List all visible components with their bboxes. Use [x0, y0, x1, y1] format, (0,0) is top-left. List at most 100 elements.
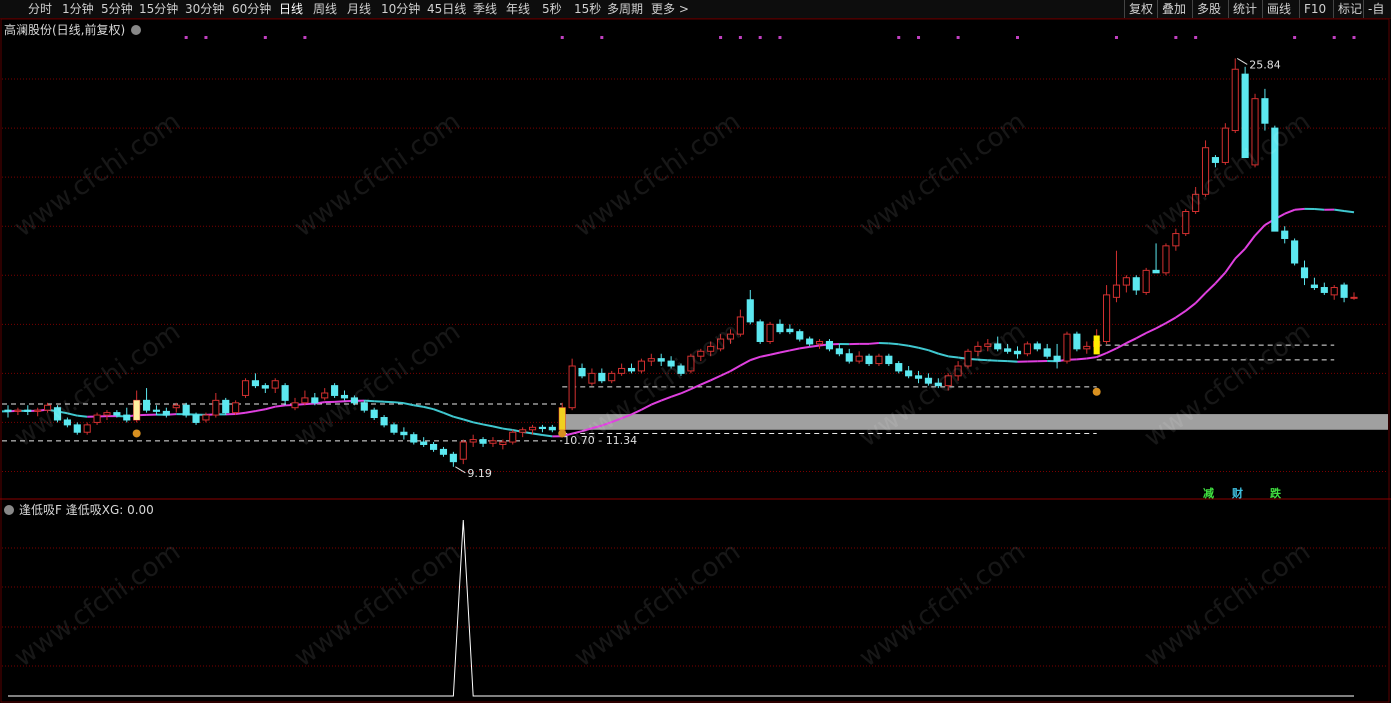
candle-body	[202, 414, 210, 421]
moving-average-segment	[1086, 356, 1097, 360]
candle-body	[1281, 230, 1289, 239]
candle-body	[469, 439, 477, 443]
moving-average-segment	[938, 352, 949, 358]
candle-body	[103, 412, 111, 416]
moving-average-segment	[739, 359, 751, 367]
moving-average-segment	[799, 345, 810, 350]
moving-average-segment	[1116, 342, 1127, 350]
moving-average-segment	[1106, 347, 1117, 354]
candle-body	[538, 426, 547, 430]
moving-average-segment	[680, 388, 692, 395]
moving-average-segment	[1007, 360, 1018, 363]
candle-body	[1320, 287, 1328, 293]
candle-body	[905, 370, 913, 377]
moving-average-segment	[700, 379, 712, 386]
moving-average-segment	[423, 405, 434, 411]
candle-body	[786, 328, 794, 333]
candle-body	[261, 385, 269, 389]
candle-body	[1112, 284, 1121, 298]
candle-body	[895, 363, 903, 372]
candle-body	[865, 355, 873, 365]
candle-body	[914, 375, 923, 379]
candle-body	[627, 367, 636, 372]
candle-body	[647, 358, 655, 362]
moving-average-segment	[928, 349, 939, 355]
candle-body	[162, 410, 170, 416]
candle-body	[24, 409, 32, 412]
candle-body	[370, 409, 378, 419]
moving-average-segment	[265, 405, 276, 411]
event-marker	[778, 36, 782, 39]
moving-average-segment	[908, 344, 919, 349]
candle-body	[380, 417, 388, 426]
candle-body	[1340, 284, 1348, 298]
moving-average-segment	[769, 351, 781, 356]
moving-average-segment	[1234, 247, 1246, 260]
event-marker	[263, 36, 267, 39]
moving-average-segment	[1204, 282, 1217, 294]
event-marker	[1352, 36, 1356, 39]
moving-average-segment	[532, 432, 543, 436]
event-marker	[1174, 36, 1178, 39]
candle-body	[806, 338, 814, 345]
moving-average-segment	[1244, 234, 1256, 250]
event-marker	[738, 36, 742, 39]
candle-body	[182, 404, 190, 416]
candle-body	[1231, 68, 1239, 132]
candle-body	[430, 443, 438, 450]
candle-body	[885, 355, 893, 365]
candle-body	[1310, 284, 1318, 289]
candle-body	[1152, 269, 1160, 274]
event-marker	[1332, 36, 1336, 39]
signal-glyph-reduce: 减	[1203, 487, 1214, 500]
moving-average-segment	[670, 392, 682, 398]
candle-body	[568, 365, 576, 409]
low-pointer	[455, 466, 466, 474]
candle-body	[420, 441, 428, 445]
event-marker	[600, 36, 604, 39]
candle-body	[459, 441, 467, 460]
candle-body	[509, 431, 517, 443]
moving-average-segment	[1185, 302, 1197, 312]
event-marker	[917, 36, 921, 39]
candle-body	[578, 367, 586, 377]
candle-body	[825, 340, 834, 350]
candle-body	[1043, 348, 1051, 357]
candle-body	[618, 367, 626, 374]
moving-average-segment	[453, 415, 464, 421]
candle-body	[519, 429, 527, 433]
event-marker	[1194, 36, 1198, 39]
moving-average-segment	[789, 347, 800, 352]
candle-body	[1162, 245, 1170, 274]
candle-body	[390, 424, 398, 433]
candle-body	[528, 426, 537, 431]
moving-average-segment	[1343, 210, 1355, 214]
buy-marker-icon	[132, 429, 141, 438]
candle-body	[113, 412, 121, 416]
moving-average-segment	[759, 353, 771, 358]
moving-average-segment	[1165, 316, 1177, 324]
candle-body	[1063, 333, 1071, 362]
candle-body	[776, 323, 784, 333]
candle-body	[1350, 296, 1358, 299]
moving-average-segment	[1224, 258, 1237, 274]
buy-marker-icon	[1092, 387, 1101, 396]
candle-body	[796, 331, 804, 340]
moving-average-segment	[245, 410, 256, 414]
candle-body	[637, 360, 645, 372]
moving-average-segment	[542, 433, 553, 438]
candle-body	[499, 441, 507, 445]
candle-body	[410, 434, 418, 443]
candle-body	[746, 299, 754, 323]
candle-body	[1033, 343, 1041, 350]
moving-average-segment	[729, 364, 741, 372]
candle-body	[222, 399, 230, 414]
moving-average-segment	[1314, 208, 1325, 211]
candle-body	[241, 380, 250, 396]
moving-average-segment	[888, 342, 899, 346]
moving-average-segment	[1125, 337, 1137, 344]
moving-average-segment	[1194, 292, 1207, 304]
candle-body	[311, 397, 319, 404]
candle-body	[1261, 98, 1269, 124]
candle-body	[212, 399, 220, 416]
